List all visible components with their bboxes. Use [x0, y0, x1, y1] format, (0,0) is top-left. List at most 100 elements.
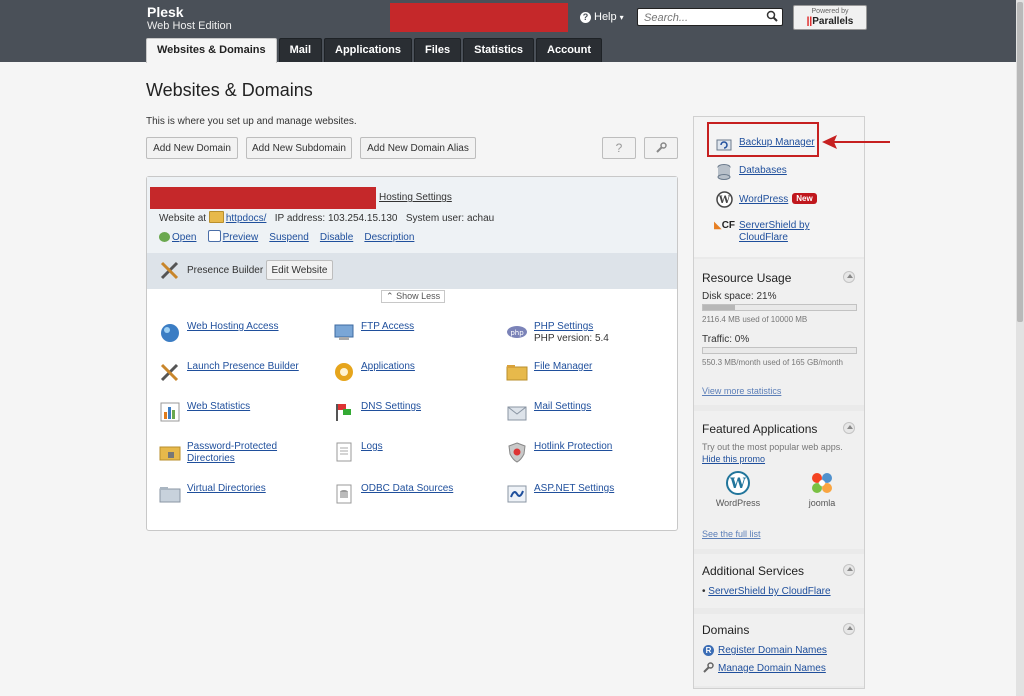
databases-icon	[717, 164, 731, 180]
right-sidebar: Backup Manager Databases W WordPress New …	[693, 116, 865, 689]
launch-presence-builder-link[interactable]: Launch Presence Builder	[187, 361, 299, 373]
aspnet-icon	[507, 485, 527, 503]
logs-link[interactable]: Logs	[361, 441, 383, 453]
chevron-up-icon: ⌃	[386, 291, 394, 301]
website-info-row: Website at httpdocs/ IP address: 103.254…	[159, 211, 494, 224]
vertical-scrollbar[interactable]	[1016, 0, 1024, 696]
traffic-label: Traffic: 0%	[702, 334, 750, 345]
search-input[interactable]	[642, 10, 764, 26]
applications-link[interactable]: Applications	[361, 361, 415, 373]
gear-icon	[335, 363, 353, 381]
odbc-data-sources-link[interactable]: ODBC Data Sources	[361, 483, 453, 495]
mail-icon	[507, 406, 527, 421]
virtual-directories-link[interactable]: Virtual Directories	[187, 483, 266, 495]
php-version: PHP version: 5.4	[534, 333, 609, 344]
plesk-logo[interactable]: Plesk Web Host Edition	[147, 5, 232, 33]
web-hosting-access-link[interactable]: Web Hosting Access	[187, 321, 279, 333]
preview-link[interactable]: Preview	[223, 232, 259, 243]
docroot-link[interactable]: httpdocs/	[226, 213, 267, 224]
scrollbar-thumb[interactable]	[1017, 2, 1023, 322]
preview-icon	[207, 230, 221, 242]
collapse-resource-usage-icon[interactable]	[843, 271, 855, 283]
globe-user-icon	[161, 324, 179, 342]
see-full-list-link[interactable]: See the full list	[702, 529, 761, 539]
mail-settings-link[interactable]: Mail Settings	[534, 401, 591, 413]
featured-apps-description: Try out the most popular web apps.	[702, 442, 843, 452]
traffic-bar	[702, 347, 857, 354]
domains-title: Domains	[702, 623, 750, 637]
app-joomla[interactable]: joomla	[792, 471, 852, 508]
show-less-toggle[interactable]: ⌃ Show Less	[381, 290, 446, 303]
collapse-domains-icon[interactable]	[843, 623, 855, 635]
view-more-statistics-link[interactable]: View more statistics	[702, 386, 781, 396]
brand-edition: Web Host Edition	[147, 20, 232, 32]
web-statistics-link[interactable]: Web Statistics	[187, 401, 250, 413]
resource-usage-box: Resource Usage Disk space: 21% 2116.4 MB…	[694, 259, 864, 405]
dns-flags-icon	[336, 404, 351, 421]
open-link[interactable]: Open	[172, 232, 196, 243]
search-box	[637, 8, 783, 26]
file-manager-link[interactable]: File Manager	[534, 361, 592, 373]
databases-link[interactable]: Databases	[739, 165, 787, 176]
wordpress-icon: W	[716, 191, 733, 208]
tab-account[interactable]: Account	[536, 38, 603, 62]
manage-domain-names-link[interactable]: Manage Domain Names	[718, 663, 826, 674]
database-icon	[336, 484, 352, 504]
presence-builder-tools-icon	[160, 363, 179, 382]
svg-text:W: W	[729, 476, 746, 492]
collapse-featured-apps-icon[interactable]	[843, 422, 855, 434]
presence-builder-row: Presence Builder Edit Website	[147, 253, 677, 289]
tab-applications[interactable]: Applications	[324, 38, 413, 62]
svg-text:W: W	[718, 195, 731, 206]
app-wordpress[interactable]: W WordPress	[708, 471, 768, 508]
shield-icon	[508, 442, 526, 463]
additional-services-box: Additional Services • ServerShield by Cl…	[694, 554, 864, 608]
suspend-link[interactable]: Suspend	[269, 232, 308, 243]
search-icon[interactable]	[766, 10, 778, 22]
joomla-app-label: joomla	[808, 498, 836, 508]
hosting-settings-link[interactable]: Hosting Settings	[379, 192, 452, 203]
help-button[interactable]: ?	[602, 137, 636, 159]
aspnet-settings-link[interactable]: ASP.NET Settings	[534, 483, 614, 495]
register-domain-names-link[interactable]: Register Domain Names	[718, 645, 827, 656]
vendor-name: Parallels	[812, 16, 854, 27]
disk-space-label: Disk space: 21%	[702, 291, 777, 302]
help-menu[interactable]: ? Help ▾	[580, 11, 624, 23]
system-user: System user: achau	[405, 213, 495, 224]
tab-websites-domains[interactable]: Websites & Domains	[146, 38, 277, 63]
php-icon: php	[507, 326, 527, 338]
wordpress-app-label: WordPress	[715, 498, 761, 508]
featured-applications-box: Featured Applications Try out the most p…	[694, 411, 864, 549]
add-new-domain-button[interactable]: Add New Domain	[146, 137, 238, 159]
hide-promo-link[interactable]: Hide this promo	[702, 454, 765, 464]
ftp-access-link[interactable]: FTP Access	[361, 321, 414, 333]
presence-builder-label: Presence Builder	[187, 265, 264, 276]
tab-mail[interactable]: Mail	[278, 38, 323, 62]
tab-statistics[interactable]: Statistics	[463, 38, 535, 62]
edit-website-button[interactable]: Edit Website	[266, 260, 333, 280]
servershield-cloudflare-link[interactable]: ServerShield by CloudFlare	[708, 586, 830, 597]
locked-folder-icon	[159, 446, 181, 461]
dns-settings-link[interactable]: DNS Settings	[361, 401, 421, 413]
add-new-subdomain-button[interactable]: Add New Subdomain	[246, 137, 352, 159]
collapse-additional-services-icon[interactable]	[843, 564, 855, 576]
disable-link[interactable]: Disable	[320, 232, 353, 243]
hotlink-protection-link[interactable]: Hotlink Protection	[534, 441, 612, 453]
disk-space-fill	[703, 305, 736, 310]
description-link[interactable]: Description	[364, 232, 414, 243]
main-tabs: Websites & Domains Mail Applications Fil…	[146, 38, 603, 63]
parallels-logo[interactable]: Powered by ||Parallels	[793, 5, 867, 30]
password-protected-directories-link[interactable]: Password-Protected Directories	[187, 441, 277, 465]
wordpress-link[interactable]: WordPress	[739, 194, 788, 205]
add-new-domain-alias-button[interactable]: Add New Domain Alias	[360, 137, 476, 159]
ftp-icon	[334, 324, 354, 340]
domain-panel: Hosting Settings Website at httpdocs/ IP…	[146, 176, 678, 531]
tab-files[interactable]: Files	[414, 38, 462, 62]
redacted-area	[390, 3, 568, 32]
php-settings-link[interactable]: PHP Settings	[534, 321, 593, 333]
settings-button[interactable]	[644, 137, 678, 159]
page-title: Websites & Domains	[146, 80, 313, 100]
domains-box: Domains R Register Domain Names Manage D…	[694, 614, 864, 686]
servershield-link[interactable]: ServerShield by CloudFlare	[739, 220, 810, 244]
bar-chart-icon	[160, 402, 180, 422]
